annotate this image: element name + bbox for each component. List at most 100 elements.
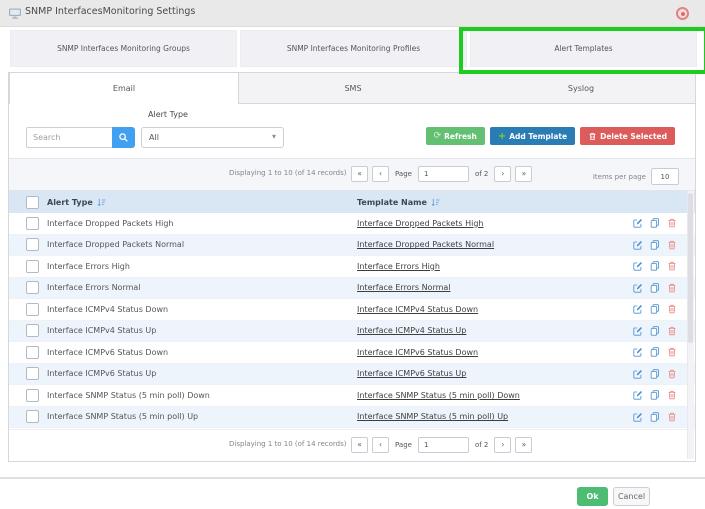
delete-icon[interactable] — [667, 218, 677, 228]
row-actions — [633, 283, 677, 293]
edit-icon[interactable] — [633, 283, 643, 293]
tab-sms[interactable]: SMS — [239, 73, 467, 103]
column-alert-type[interactable]: Alert Type — [47, 198, 93, 207]
copy-icon[interactable] — [650, 304, 660, 314]
last-page-button[interactable]: » — [515, 437, 533, 453]
delete-selected-button[interactable]: Delete Selected — [580, 127, 675, 145]
scrollbar[interactable] — [687, 191, 694, 459]
template-name-link[interactable]: Interface Errors High — [357, 262, 633, 271]
copy-icon[interactable] — [650, 369, 660, 379]
delete-icon[interactable] — [667, 412, 677, 422]
edit-icon[interactable] — [633, 240, 643, 250]
row-actions — [633, 240, 677, 250]
edit-icon[interactable] — [633, 304, 643, 314]
row-checkbox[interactable] — [26, 302, 39, 316]
search-button[interactable] — [112, 127, 135, 148]
next-page-button[interactable]: › — [494, 166, 512, 182]
row-checkbox[interactable] — [26, 367, 39, 381]
template-name-link[interactable]: Interface ICMPv6 Status Down — [357, 348, 633, 357]
copy-icon[interactable] — [650, 326, 660, 336]
row-checkbox[interactable] — [26, 388, 39, 402]
next-page-button[interactable]: › — [494, 437, 512, 453]
prev-page-button[interactable]: ‹ — [372, 437, 389, 453]
first-page-button[interactable]: « — [351, 437, 368, 453]
row-checkbox[interactable] — [26, 216, 39, 230]
tab-email[interactable]: Email — [9, 73, 239, 104]
alert-type-cell: Interface ICMPv6 Status Down — [47, 347, 169, 357]
delete-icon[interactable] — [667, 326, 677, 336]
plus-icon: + — [497, 130, 507, 142]
row-checkbox[interactable] — [26, 324, 39, 338]
main-tab-bar: SNMP Interfaces Monitoring Groups SNMP I… — [10, 30, 697, 67]
page-number-input[interactable] — [417, 437, 469, 453]
scrollbar-thumb[interactable] — [688, 193, 693, 343]
edit-icon[interactable] — [633, 390, 643, 400]
template-name-link[interactable]: Interface Dropped Packets High — [357, 219, 633, 228]
template-name-link[interactable]: Interface ICMPv4 Status Down — [357, 305, 633, 314]
row-checkbox[interactable] — [26, 281, 39, 295]
items-per-page-label: Items per page — [592, 172, 646, 181]
template-name-link[interactable]: Interface SNMP Status (5 min poll) Down — [357, 391, 633, 400]
template-name-link[interactable]: Interface SNMP Status (5 min poll) Up — [357, 412, 633, 421]
title-bar: SNMP InterfacesMonitoring Settings — [0, 0, 705, 27]
copy-icon[interactable] — [650, 412, 660, 422]
copy-icon[interactable] — [650, 283, 660, 293]
tab-snmp-monitoring-groups[interactable]: SNMP Interfaces Monitoring Groups — [10, 30, 237, 67]
delete-icon[interactable] — [667, 390, 677, 400]
delete-icon[interactable] — [667, 369, 677, 379]
alert-type-cell: Interface SNMP Status (5 min poll) Up — [47, 412, 199, 422]
last-page-button[interactable]: » — [515, 166, 533, 182]
column-template-name[interactable]: Template Name — [357, 198, 427, 207]
delete-icon[interactable] — [667, 240, 677, 250]
copy-icon[interactable] — [650, 240, 660, 250]
delete-icon[interactable] — [667, 283, 677, 293]
row-checkbox[interactable] — [26, 259, 39, 273]
alert-type-dropdown[interactable]: All ▾ — [141, 127, 284, 148]
copy-icon[interactable] — [650, 261, 660, 271]
sub-tab-bar: Email SMS Syslog — [9, 73, 695, 104]
edit-icon[interactable] — [633, 347, 643, 357]
select-all-checkbox[interactable] — [26, 195, 39, 209]
row-actions — [633, 218, 677, 228]
tab-snmp-monitoring-profiles[interactable]: SNMP Interfaces Monitoring Profiles — [240, 30, 467, 67]
tab-alert-templates[interactable]: Alert Templates — [470, 30, 697, 67]
edit-icon[interactable] — [633, 261, 643, 271]
edit-icon[interactable] — [633, 412, 643, 422]
first-page-button[interactable]: « — [351, 166, 368, 182]
row-checkbox[interactable] — [26, 410, 39, 424]
copy-icon[interactable] — [650, 390, 660, 400]
row-actions — [633, 412, 677, 422]
items-per-page-input[interactable] — [651, 168, 679, 185]
template-name-link[interactable]: Interface Errors Normal — [357, 283, 633, 292]
cancel-button[interactable]: Cancel — [613, 487, 650, 506]
close-icon[interactable] — [676, 7, 689, 20]
delete-icon[interactable] — [667, 304, 677, 314]
template-name-link[interactable]: Interface ICMPv4 Status Up — [357, 326, 633, 335]
search-input[interactable] — [26, 127, 113, 148]
alert-type-cell: Interface ICMPv4 Status Down — [47, 304, 169, 314]
page-number-input[interactable] — [417, 166, 469, 182]
template-name-link[interactable]: Interface ICMPv6 Status Up — [357, 369, 633, 378]
alert-type-cell: Interface Dropped Packets Normal — [47, 240, 185, 250]
refresh-button[interactable]: ⟳ Refresh — [425, 127, 485, 145]
edit-icon[interactable] — [633, 369, 643, 379]
row-checkbox[interactable] — [26, 238, 39, 252]
trash-icon — [588, 132, 597, 141]
edit-icon[interactable] — [633, 326, 643, 336]
sort-icon[interactable] — [431, 198, 440, 207]
copy-icon[interactable] — [650, 218, 660, 228]
delete-icon[interactable] — [667, 261, 677, 271]
copy-icon[interactable] — [650, 347, 660, 357]
add-template-button[interactable]: + Add Template — [489, 127, 576, 145]
tab-syslog[interactable]: Syslog — [467, 73, 695, 103]
edit-icon[interactable] — [633, 218, 643, 228]
template-name-link[interactable]: Interface Dropped Packets Normal — [357, 240, 633, 249]
sort-icon[interactable] — [97, 198, 106, 207]
alert-type-label: Alert Type — [148, 110, 188, 119]
delete-icon[interactable] — [667, 347, 677, 357]
table-row: Interface Dropped Packets High Interface… — [9, 213, 695, 235]
ok-button[interactable]: Ok — [577, 487, 608, 506]
row-checkbox[interactable] — [26, 345, 39, 359]
page-label: Page — [395, 441, 412, 449]
prev-page-button[interactable]: ‹ — [372, 166, 389, 182]
